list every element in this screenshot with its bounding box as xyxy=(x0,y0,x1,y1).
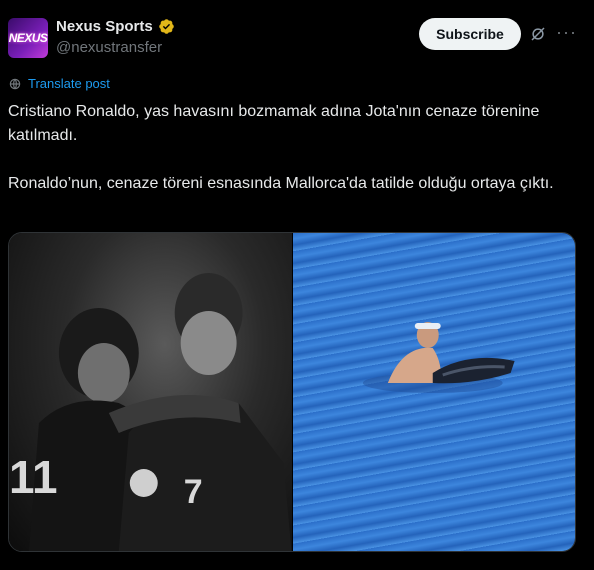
avatar-logo: NEXUS xyxy=(8,31,48,45)
post-paragraph: Cristiano Ronaldo, yas havasını bozmamak… xyxy=(8,103,540,144)
photo-jet-ski[interactable] xyxy=(292,233,575,551)
name-row: Nexus Sports xyxy=(56,18,175,35)
svg-text:11: 11 xyxy=(9,451,58,503)
avatar[interactable]: NEXUS xyxy=(8,18,48,58)
translate-label: Translate post xyxy=(28,76,110,91)
account-name[interactable]: Nexus Sports xyxy=(56,18,153,35)
account-handle[interactable]: @nexustransfer xyxy=(56,39,162,56)
subscribe-button[interactable]: Subscribe xyxy=(419,18,521,50)
media-grid: 7 11 xyxy=(8,232,576,552)
grok-icon[interactable] xyxy=(529,25,547,43)
post-paragraph: Ronaldo’nun, cenaze töreni esnasında Mal… xyxy=(8,175,554,192)
svg-text:7: 7 xyxy=(184,473,203,511)
players-illustration: 7 11 xyxy=(9,273,292,551)
translate-post-link[interactable]: Translate post xyxy=(8,76,110,91)
verified-badge-icon xyxy=(158,19,174,34)
post-text: Cristiano Ronaldo, yas havasını bozmamak… xyxy=(8,100,578,196)
jet-ski-illustration xyxy=(362,322,515,393)
photo-players-embracing[interactable]: 7 11 xyxy=(9,233,292,551)
post: NEXUS Nexus Sports @nexustransfer Subscr… xyxy=(0,0,594,570)
translate-icon xyxy=(9,78,21,89)
more-options-icon[interactable]: ··· xyxy=(556,22,577,43)
